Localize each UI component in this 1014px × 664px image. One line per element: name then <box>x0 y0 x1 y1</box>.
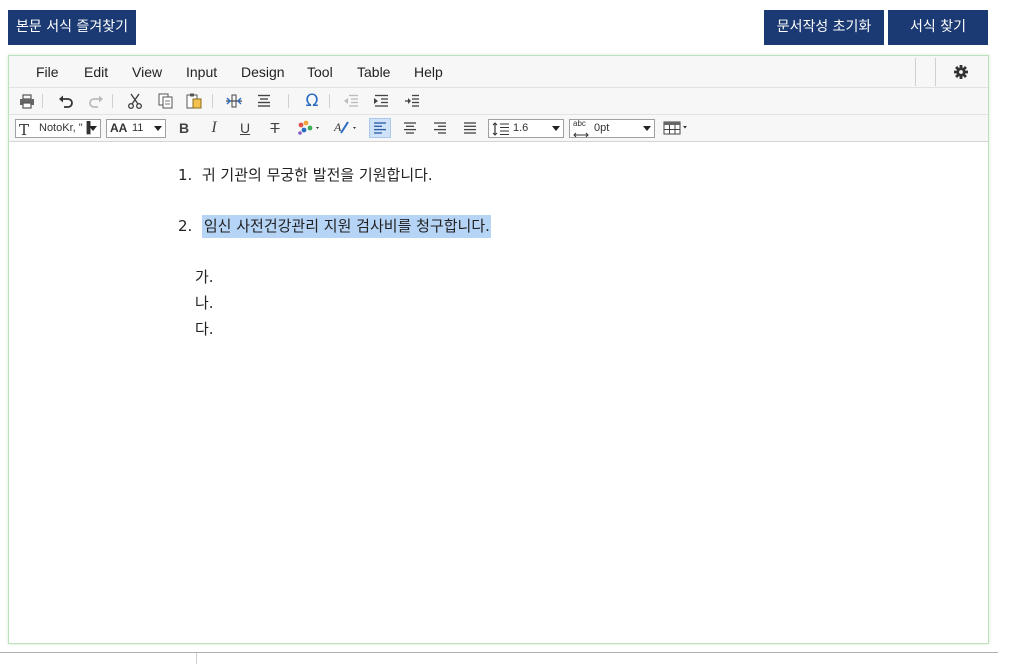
redo-icon[interactable] <box>85 91 107 111</box>
paste-icon[interactable] <box>183 91 205 111</box>
highlight-color-icon[interactable]: A <box>331 118 361 138</box>
sub-item-b[interactable]: 나. <box>195 292 214 313</box>
sub-item-a[interactable]: 가. <box>195 266 214 287</box>
align-justify-button[interactable] <box>459 118 481 138</box>
italic-button[interactable]: I <box>203 118 225 138</box>
chevron-down-icon <box>154 126 162 131</box>
text-color-icon[interactable] <box>294 118 324 138</box>
footer-divider <box>196 653 197 664</box>
menu-divider <box>935 58 936 86</box>
menu-input[interactable]: Input <box>186 56 217 88</box>
selected-text[interactable]: 임신 사전건강관리 지원 검사비를 청구합니다. <box>201 215 491 238</box>
menu-table[interactable]: Table <box>357 56 390 88</box>
toolbar-divider <box>212 94 213 108</box>
bold-button[interactable]: B <box>173 118 195 138</box>
toolbar-formatting: T NotoKr, "▐ AA 11 B I U T A 1.6 abc 0pt <box>9 115 988 142</box>
menu-design[interactable]: Design <box>241 56 285 88</box>
menu-bar: File Edit View Input Design Tool Table H… <box>9 56 988 88</box>
list-number: 1. <box>178 166 193 184</box>
line-height-select[interactable]: 1.6 <box>488 119 564 138</box>
toolbar-divider <box>288 94 289 108</box>
copy-icon[interactable] <box>154 91 176 111</box>
chevron-down-icon <box>89 126 97 131</box>
underline-button[interactable]: U <box>234 118 256 138</box>
line-height-icon <box>492 122 510 137</box>
special-character-icon[interactable]: Ω <box>301 91 323 111</box>
chevron-down-icon <box>552 126 560 131</box>
font-size-icon: AA <box>110 121 128 135</box>
menu-file[interactable]: File <box>36 56 59 88</box>
align-center-button[interactable] <box>399 118 421 138</box>
cut-icon[interactable] <box>124 91 146 111</box>
letter-spacing-value: 0pt <box>594 122 610 134</box>
toolbar-primary: Ω <box>9 88 988 115</box>
align-right-button[interactable] <box>429 118 451 138</box>
strikethrough-button[interactable]: T <box>264 118 286 138</box>
document-body[interactable]: 1. 귀 기관의 무궁한 발전을 기원합니다. 2. 임신 사전건강관리 지원 … <box>9 143 988 643</box>
page-break-icon[interactable] <box>223 91 245 111</box>
menu-help[interactable]: Help <box>414 56 443 88</box>
favorite-formats-button[interactable]: 본문 서식 즐겨찾기 <box>8 10 136 45</box>
first-line-indent-icon[interactable] <box>401 91 423 111</box>
menu-edit[interactable]: Edit <box>84 56 108 88</box>
indent-icon[interactable] <box>370 91 392 111</box>
menu-divider <box>915 58 916 86</box>
font-size-value: 11 <box>132 122 144 134</box>
font-type-icon: T <box>19 121 30 138</box>
gear-icon[interactable] <box>953 64 969 80</box>
letter-spacing-icon <box>573 129 589 137</box>
list-number: 2. <box>178 217 193 235</box>
toolbar-divider <box>112 94 113 108</box>
undo-icon[interactable] <box>55 91 77 111</box>
align-left-button[interactable] <box>369 118 391 138</box>
footer-divider <box>0 652 998 653</box>
table-icon[interactable] <box>662 118 690 138</box>
line-height-value: 1.6 <box>513 122 529 134</box>
menu-view[interactable]: View <box>132 56 162 88</box>
sub-item-c[interactable]: 다. <box>195 318 214 339</box>
list-item-text: 귀 기관의 무궁한 발전을 기원합니다. <box>201 166 433 184</box>
letter-spacing-select[interactable]: abc 0pt <box>569 119 655 138</box>
menu-tool[interactable]: Tool <box>307 56 333 88</box>
font-family-value: NotoKr, "▐ <box>39 122 91 134</box>
chevron-down-icon <box>643 126 651 131</box>
toolbar-divider <box>42 94 43 108</box>
font-size-select[interactable]: AA 11 <box>106 119 166 138</box>
rich-text-editor: File Edit View Input Design Tool Table H… <box>8 55 989 644</box>
outdent-icon[interactable] <box>340 91 362 111</box>
print-icon[interactable] <box>16 91 38 111</box>
list-item-2[interactable]: 2. 임신 사전건강관리 지원 검사비를 청구합니다. <box>178 215 491 238</box>
find-format-button[interactable]: 서식 찾기 <box>888 10 988 45</box>
align-block-icon[interactable] <box>253 91 275 111</box>
list-item-1[interactable]: 1. 귀 기관의 무궁한 발전을 기원합니다. <box>178 164 433 185</box>
font-family-select[interactable]: T NotoKr, "▐ <box>15 119 101 138</box>
reset-document-button[interactable]: 문서작성 초기화 <box>764 10 884 45</box>
letter-spacing-icon-text: abc <box>573 119 586 128</box>
toolbar-divider <box>329 94 330 108</box>
